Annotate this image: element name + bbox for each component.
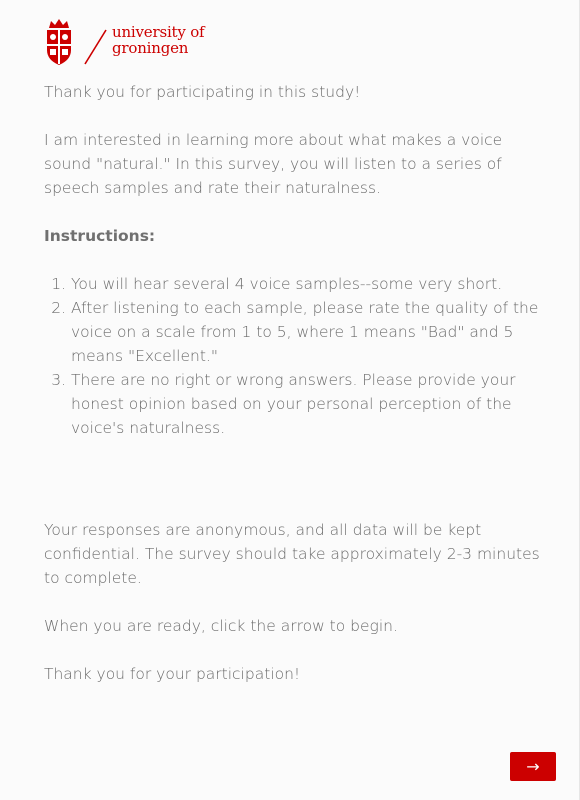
instruction-item: There are no right or wrong answers. Ple… [71,368,552,440]
arrow-right-icon: → [526,757,540,776]
instruction-item: After listening to each sample, please r… [71,296,552,368]
logo-wordmark: university of groningen [112,23,205,57]
crest-icon [47,19,71,65]
closing-text: Thank you for your participation! [44,665,301,683]
divider-slash-icon [84,29,107,65]
instruction-item: You will hear several 4 voice samples--s… [71,272,552,296]
instructions-list: You will hear several 4 voice samples--s… [44,272,552,440]
instructions-heading: Instructions: [44,227,156,245]
university-logo: university of groningen [44,18,205,68]
anonymity-text: Your responses are anonymous, and all da… [44,521,540,587]
survey-page: university of groningen Thank you for pa… [0,0,580,800]
next-button[interactable]: → [510,752,556,781]
ready-text: When you are ready, click the arrow to b… [44,617,398,635]
thanks-text: Thank you for participating in this stud… [44,83,361,101]
logo-line-2: groningen [112,39,189,57]
logo-line-1: university of [112,23,205,41]
description-text: I am interested in learning more about w… [44,131,503,197]
survey-intro-content: Thank you for participating in this stud… [44,80,552,710]
